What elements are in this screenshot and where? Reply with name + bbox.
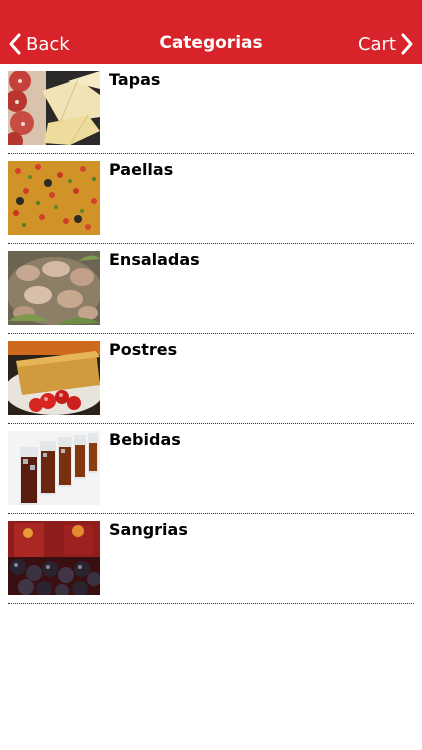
- drinks-photo: [8, 431, 100, 505]
- category-row-ensaladas[interactable]: Ensaladas: [8, 244, 414, 334]
- salad-photo: [8, 251, 100, 325]
- chevron-right-icon: [401, 33, 413, 55]
- paella-photo: [8, 161, 100, 235]
- category-row-sangrias[interactable]: Sangrias: [8, 514, 414, 604]
- category-list: Tapas Paellas Ensaladas Postres Bebidas …: [0, 64, 422, 604]
- tapas-photo: [8, 71, 100, 145]
- category-label: Paellas: [109, 160, 174, 179]
- sangria-photo: [8, 521, 100, 595]
- category-row-paellas[interactable]: Paellas: [8, 154, 414, 244]
- category-label: Sangrias: [109, 520, 188, 539]
- cart-button[interactable]: Cart: [358, 30, 414, 58]
- category-row-postres[interactable]: Postres: [8, 334, 414, 424]
- category-label: Ensaladas: [109, 250, 200, 269]
- navigation-bar: Back Categorias Cart: [0, 0, 422, 64]
- cart-label: Cart: [357, 33, 396, 55]
- category-label: Tapas: [109, 70, 161, 89]
- category-row-bebidas[interactable]: Bebidas: [8, 424, 414, 514]
- app-screen: Back Categorias Cart Tapas Paellas Ensal…: [0, 0, 422, 750]
- category-label: Postres: [109, 340, 178, 359]
- category-row-tapas[interactable]: Tapas: [8, 64, 414, 154]
- dessert-photo: [8, 341, 100, 415]
- category-label: Bebidas: [109, 430, 181, 449]
